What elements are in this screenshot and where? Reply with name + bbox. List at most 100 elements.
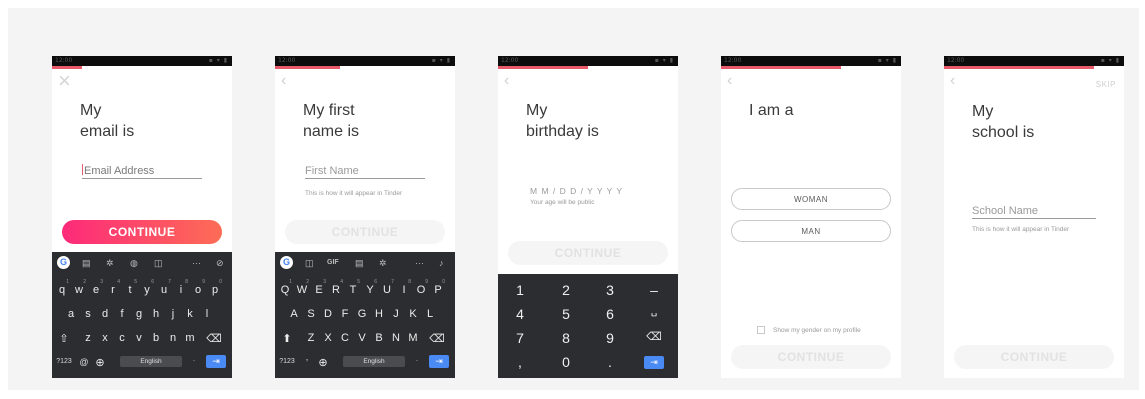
key[interactable]: p0 — [207, 279, 223, 296]
symbols-key[interactable]: ?123 — [56, 358, 72, 365]
key[interactable]: E3 — [311, 279, 327, 296]
show-gender-checkbox[interactable] — [757, 326, 765, 334]
key[interactable]: o9 — [190, 279, 206, 296]
google-icon[interactable]: G — [280, 256, 293, 269]
key[interactable]: J — [388, 308, 404, 320]
minus-key[interactable]: – — [642, 282, 666, 298]
key[interactable]: R4 — [328, 279, 344, 296]
key[interactable]: L — [422, 308, 438, 320]
key[interactable]: B — [371, 332, 387, 344]
key[interactable]: Y6 — [362, 279, 378, 296]
google-icon[interactable]: G — [57, 256, 70, 269]
key[interactable]: Q1 — [277, 279, 293, 296]
key[interactable]: F — [337, 308, 353, 320]
option-man-button[interactable]: MAN — [731, 220, 891, 242]
shift-icon[interactable]: ⇧ — [56, 332, 72, 345]
birthday-field[interactable]: M M / D D / Y Y Y Y — [530, 186, 623, 196]
more-icon[interactable]: ··· — [415, 257, 424, 269]
key[interactable]: Z — [303, 332, 319, 344]
continue-button[interactable]: CONTINUE — [731, 345, 891, 369]
symbols-key[interactable]: ?123 — [279, 358, 295, 365]
skip-button[interactable]: SKIP — [1096, 80, 1116, 89]
key[interactable]: M — [405, 332, 421, 344]
key[interactable]: w2 — [71, 279, 87, 296]
sticker-icon[interactable]: ◫ — [154, 257, 163, 269]
backspace-icon[interactable]: ⌫ — [429, 332, 445, 345]
num-key[interactable]: 4 — [508, 306, 532, 322]
key[interactable]: a — [63, 308, 79, 320]
key[interactable]: c — [114, 332, 130, 344]
option-woman-button[interactable]: WOMAN — [731, 188, 891, 210]
space-icon[interactable]: ␣ — [642, 306, 666, 317]
key[interactable]: y6 — [139, 279, 155, 296]
key[interactable]: q1 — [54, 279, 70, 296]
enter-icon[interactable]: ⇥ — [644, 356, 664, 369]
gear-icon[interactable]: ✲ — [106, 257, 114, 269]
key[interactable]: k — [182, 308, 198, 320]
back-icon[interactable]: ‹ — [281, 73, 286, 89]
backspace-icon[interactable]: ⌫ — [642, 330, 666, 343]
key[interactable]: K — [405, 308, 421, 320]
key[interactable]: D — [320, 308, 336, 320]
comma-key[interactable]: , — [299, 352, 315, 362]
num-key[interactable]: 8 — [554, 330, 578, 346]
key[interactable]: s — [80, 308, 96, 320]
key[interactable]: z — [80, 332, 96, 344]
clipboard-icon[interactable]: ▤ — [355, 257, 364, 269]
at-key[interactable]: @ — [76, 357, 92, 367]
palette-icon[interactable]: ◍ — [130, 257, 138, 269]
period-key[interactable]: . — [598, 354, 622, 370]
num-key[interactable]: 1 — [508, 282, 532, 298]
continue-button[interactable]: CONTINUE — [508, 241, 668, 265]
email-field[interactable]: Email Address — [82, 164, 202, 179]
period-key[interactable]: . — [409, 356, 425, 363]
enter-icon[interactable]: ⇥ — [429, 355, 449, 368]
key[interactable]: f — [114, 308, 130, 320]
enter-icon[interactable]: ⇥ — [206, 355, 226, 368]
clipboard-icon[interactable]: ▤ — [82, 257, 91, 269]
key[interactable]: e3 — [88, 279, 104, 296]
mic-icon[interactable]: ♪ — [439, 257, 444, 269]
sticker-icon[interactable]: ◫ — [305, 257, 314, 269]
key[interactable]: b — [148, 332, 164, 344]
continue-button[interactable]: CONTINUE — [954, 345, 1114, 369]
key[interactable]: S — [303, 308, 319, 320]
school-field[interactable]: School Name — [972, 204, 1096, 219]
key[interactable]: x — [97, 332, 113, 344]
comma-key[interactable]: , — [508, 354, 532, 370]
continue-button[interactable]: CONTINUE — [62, 220, 222, 244]
num-key[interactable]: 9 — [598, 330, 622, 346]
num-key[interactable]: 7 — [508, 330, 532, 346]
gear-icon[interactable]: ✲ — [379, 257, 387, 269]
shift-icon[interactable]: ⬆ — [279, 332, 295, 345]
key[interactable]: T5 — [345, 279, 361, 296]
key[interactable]: u7 — [156, 279, 172, 296]
key[interactable]: l — [199, 308, 215, 320]
key[interactable]: P0 — [430, 279, 446, 296]
key[interactable]: j — [165, 308, 181, 320]
key[interactable]: C — [337, 332, 353, 344]
num-key[interactable]: 0 — [554, 354, 578, 370]
space-bar[interactable]: English — [343, 356, 405, 367]
key[interactable]: r4 — [105, 279, 121, 296]
continue-button[interactable]: CONTINUE — [285, 220, 445, 244]
close-icon[interactable]: × — [58, 70, 71, 92]
key[interactable]: h — [148, 308, 164, 320]
gif-icon[interactable]: GIF — [327, 257, 339, 269]
key[interactable]: V — [354, 332, 370, 344]
key[interactable]: i8 — [173, 279, 189, 296]
globe-icon[interactable]: ⊕ — [315, 356, 331, 369]
key[interactable]: m — [182, 332, 198, 344]
key[interactable]: t5 — [122, 279, 138, 296]
period-key[interactable]: . — [186, 356, 202, 363]
num-key[interactable]: 3 — [598, 282, 622, 298]
key[interactable]: g — [131, 308, 147, 320]
key[interactable]: X — [320, 332, 336, 344]
back-icon[interactable]: ‹ — [504, 73, 509, 89]
num-key[interactable]: 6 — [598, 306, 622, 322]
back-icon[interactable]: ‹ — [727, 73, 732, 89]
more-icon[interactable]: ··· — [192, 257, 201, 269]
num-key[interactable]: 2 — [554, 282, 578, 298]
key[interactable]: v — [131, 332, 147, 344]
key[interactable]: U7 — [379, 279, 395, 296]
